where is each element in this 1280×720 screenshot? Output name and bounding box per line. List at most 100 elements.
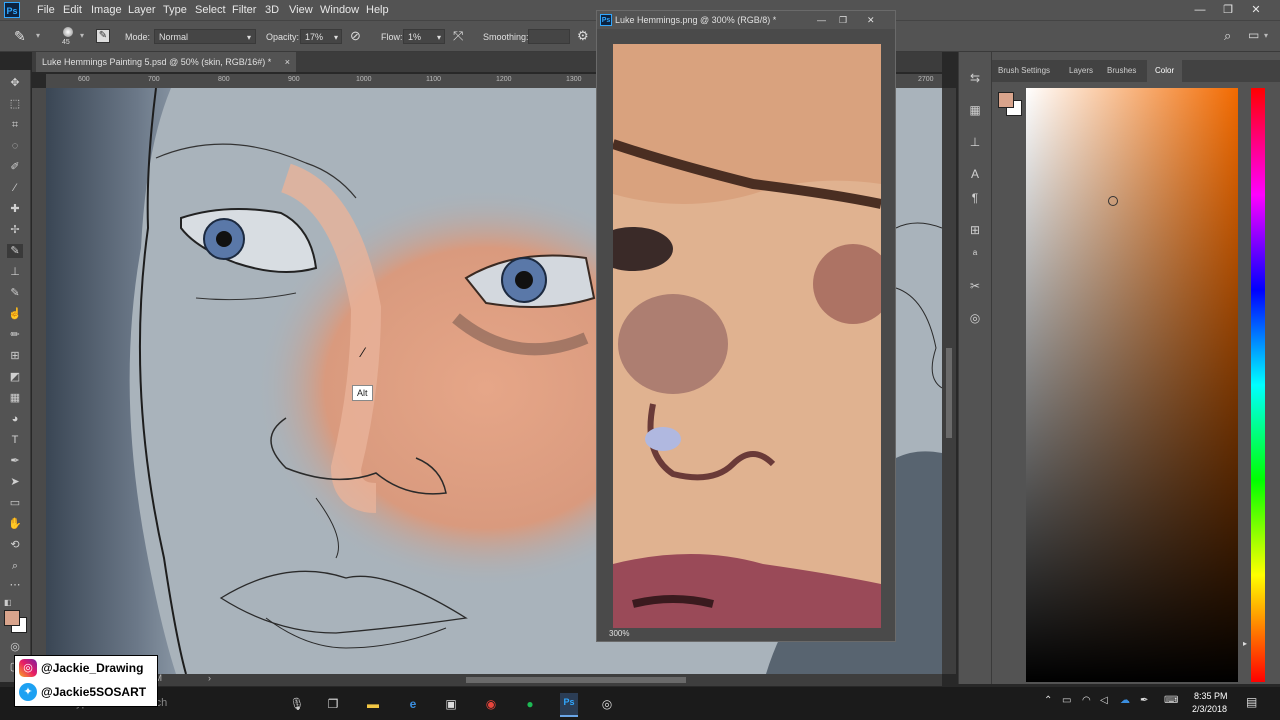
keyboard-icon[interactable]: ⌨ [1164, 695, 1178, 706]
tab-layers[interactable]: Layers [1069, 66, 1093, 75]
file-explorer-icon[interactable]: ▬ [364, 695, 382, 713]
microphone-icon[interactable]: 🎙 [288, 695, 306, 713]
flow-field[interactable]: 1% ▾ [403, 29, 445, 44]
scrollbar-thumb[interactable] [466, 677, 686, 683]
default-colors-icon[interactable]: ◧ [4, 598, 12, 607]
vertical-scrollbar[interactable] [942, 88, 956, 674]
minimize-button[interactable]: — [1190, 2, 1210, 18]
lasso-tool-icon[interactable]: ◌ [7, 139, 23, 153]
menu-file[interactable]: File [37, 4, 55, 16]
quick-select-tool-icon[interactable]: ✐ [7, 160, 23, 174]
restore-button[interactable]: ❐ [839, 11, 847, 29]
rectangle-tool-icon[interactable]: ▭ [7, 496, 23, 510]
smoothing-field[interactable] [528, 29, 570, 44]
notifications-icon[interactable]: ▤ [1246, 695, 1257, 709]
tab-brushes[interactable]: Brushes [1107, 66, 1136, 75]
reference-document-window[interactable]: Ps Luke Hemmings.png @ 300% (RGB/8) * — … [596, 10, 896, 642]
taskbar-time[interactable]: 8:35 PM [1194, 691, 1228, 701]
menu-image[interactable]: Image [91, 4, 122, 16]
more-tools-icon[interactable]: ⋯ [7, 578, 23, 592]
history-panel-icon[interactable]: ⇆ [967, 70, 983, 86]
quick-mask-icon[interactable]: ◎ [7, 640, 23, 654]
reference-zoom-level[interactable]: 300% [609, 629, 629, 638]
scrollbar-thumb[interactable] [946, 348, 952, 438]
path-select-tool-icon[interactable]: ➤ [7, 475, 23, 489]
brush-tool-icon[interactable]: ✎ [14, 28, 26, 45]
character-panel-icon[interactable]: A [967, 166, 983, 182]
spotify-icon[interactable]: ● [521, 695, 539, 713]
tab-brush-settings[interactable]: Brush Settings [998, 66, 1050, 75]
close-button[interactable]: ✕ [1246, 2, 1266, 18]
libraries-icon[interactable]: ◎ [967, 310, 983, 326]
onedrive-icon[interactable]: ☁ [1120, 695, 1130, 706]
obs-icon[interactable]: ◎ [598, 695, 616, 713]
healing-brush-tool-icon[interactable]: ✚ [7, 202, 23, 216]
edge-icon[interactable]: e [404, 695, 422, 713]
close-button[interactable]: ✕ [867, 11, 875, 29]
search-icon[interactable]: ⌕ [1224, 28, 1231, 44]
glyphs-icon[interactable]: ᵃ [967, 246, 983, 262]
restore-button[interactable]: ❐ [1218, 2, 1238, 18]
tab-close-icon[interactable]: × [285, 52, 290, 72]
pressure-opacity-icon[interactable]: ⊘ [350, 28, 361, 44]
marquee-tool-icon[interactable]: ⬚ [7, 97, 23, 111]
tray-up-icon[interactable]: ⌃ [1044, 695, 1052, 706]
color-picker-cursor[interactable] [1108, 196, 1118, 206]
rotate-view-tool-icon[interactable]: ⟲ [7, 538, 23, 552]
chevron-down-icon[interactable]: ▾ [80, 31, 84, 40]
tools-preset-icon[interactable]: ✂ [967, 278, 983, 294]
taskbar-date[interactable]: 2/3/2018 [1192, 704, 1227, 714]
menu-filter[interactable]: Filter [232, 4, 256, 16]
photoshop-taskbar-icon[interactable]: Ps [560, 693, 578, 717]
menu-select[interactable]: Select [195, 4, 226, 16]
status-arrow-icon[interactable]: › [208, 673, 211, 683]
hue-slider[interactable]: ▸ [1243, 88, 1265, 682]
crop-tool-icon[interactable]: ⌗ [7, 118, 23, 132]
store-icon[interactable]: ▣ [442, 695, 460, 713]
document-tab[interactable]: Luke Hemmings Painting 5.psd @ 50% (skin… [36, 52, 296, 72]
clone-stamp-tool-icon[interactable]: ⊥ [7, 265, 23, 279]
brush-preset-picker[interactable]: 45 [58, 25, 78, 49]
task-view-icon[interactable]: ❐ [324, 695, 342, 713]
frame-tool-icon[interactable]: ⊞ [7, 349, 23, 363]
horizontal-scrollbar[interactable]: 1.9M › [46, 673, 942, 686]
opacity-field[interactable]: 17% ▾ [300, 29, 342, 44]
brush-panel-toggle-icon[interactable]: ✎ [96, 29, 110, 43]
wifi-icon[interactable]: ◠ [1082, 695, 1091, 706]
paragraph-panel-icon[interactable]: ¶ [967, 190, 983, 206]
gradient-tool-icon[interactable]: ▦ [7, 391, 23, 405]
history-brush-tool-icon[interactable]: ✎ [7, 286, 23, 300]
menu-layer[interactable]: Layer [128, 4, 156, 16]
menu-help[interactable]: Help [366, 4, 389, 16]
dodge-tool-icon[interactable]: ◕ [7, 412, 23, 426]
move-tool-icon[interactable]: ✥ [7, 76, 23, 90]
fg-bg-swatches[interactable] [998, 92, 1022, 116]
foreground-color-swatch[interactable] [4, 610, 20, 626]
gear-icon[interactable]: ⚙ [577, 28, 589, 44]
menu-3d[interactable]: 3D [265, 4, 279, 16]
menu-window[interactable]: Window [320, 4, 359, 16]
blend-mode-select[interactable]: Normal ▾ [154, 29, 256, 44]
chevron-down-icon[interactable]: ▾ [36, 31, 40, 40]
minimize-button[interactable]: — [817, 11, 826, 29]
menu-type[interactable]: Type [163, 4, 187, 16]
hand-tool-icon[interactable]: ✋ [7, 517, 23, 531]
swatches-panel-icon[interactable]: ▦ [967, 102, 983, 118]
eraser-tool-icon[interactable]: ◩ [7, 370, 23, 384]
menu-edit[interactable]: Edit [63, 4, 82, 16]
properties-icon[interactable]: ⊞ [967, 222, 983, 238]
mixer-brush-tool-icon[interactable]: ✏ [7, 328, 23, 342]
zoom-tool-icon[interactable]: ⌕ [7, 559, 23, 573]
eyedropper-tool-icon[interactable]: ⁄ [7, 181, 23, 195]
tab-color[interactable]: Color [1147, 60, 1183, 82]
workspace-icon[interactable]: ▭ [1248, 28, 1259, 42]
pen-icon[interactable]: ✒ [1140, 695, 1148, 706]
volume-icon[interactable]: ◁ [1100, 695, 1108, 706]
reference-title-bar[interactable]: Ps Luke Hemmings.png @ 300% (RGB/8) * — … [597, 11, 895, 29]
brush-tool-icon[interactable]: ✎ [7, 244, 23, 258]
smudge-tool-icon[interactable]: ☝ [7, 307, 23, 321]
menu-view[interactable]: View [289, 4, 313, 16]
saturation-brightness-field[interactable] [1026, 88, 1238, 682]
clone-source-icon[interactable]: ⊥ [967, 134, 983, 150]
chrome-icon[interactable]: ◉ [482, 695, 500, 713]
